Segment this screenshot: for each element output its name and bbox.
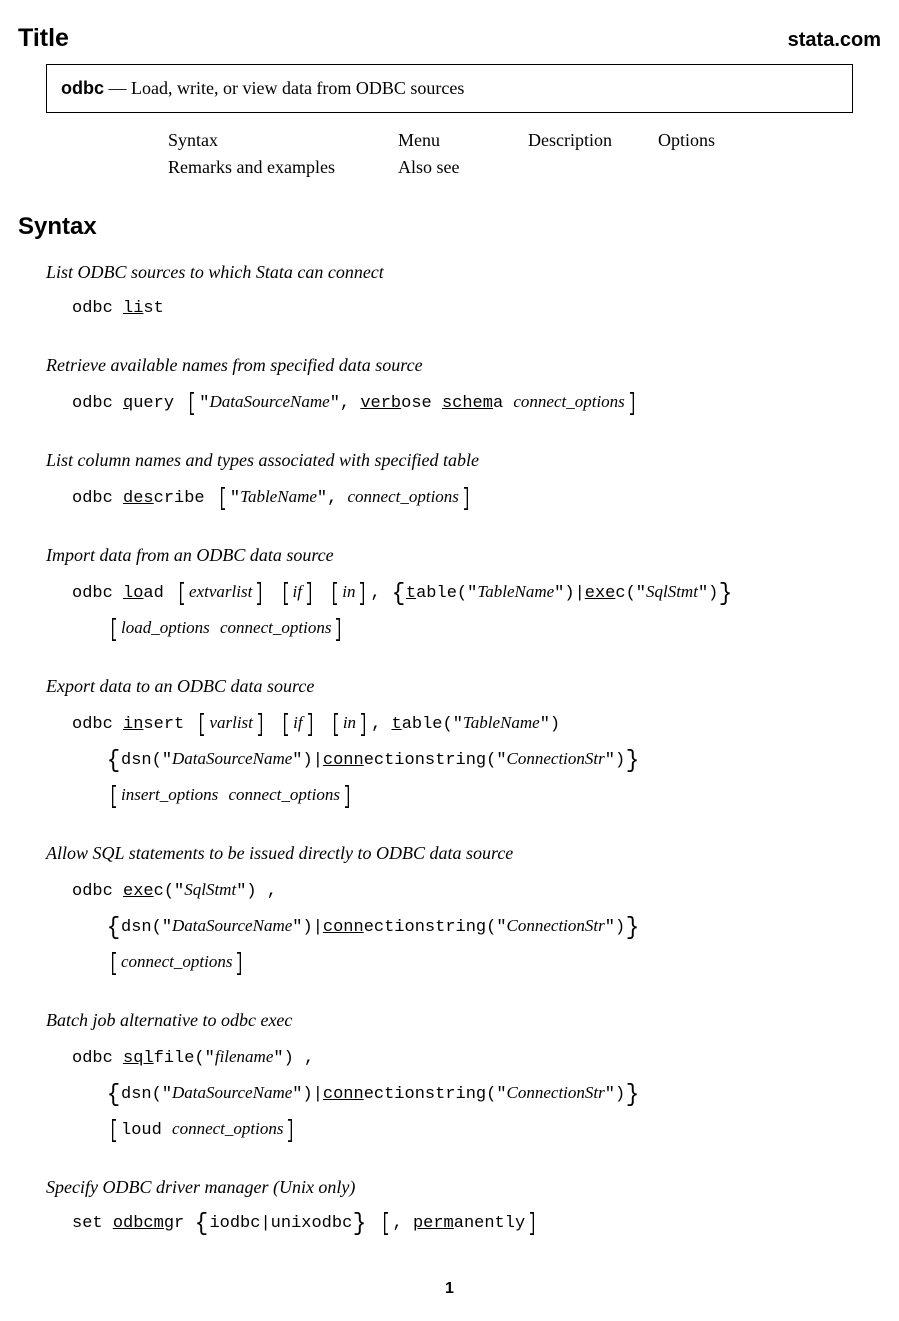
syntax-desc: Allow SQL statements to be issued direct… bbox=[46, 840, 881, 867]
toc-syntax[interactable]: Syntax bbox=[168, 127, 398, 154]
toc-description[interactable]: Description bbox=[528, 127, 658, 154]
syntax-desc: Specify ODBC driver manager (Unix only) bbox=[46, 1174, 881, 1201]
syntax-block-sqlfile: Batch job alternative to odbc exec odbc … bbox=[46, 1007, 881, 1148]
syntax-desc: Export data to an ODBC data source bbox=[46, 673, 881, 700]
syntax-block-load: Import data from an ODBC data source odb… bbox=[46, 542, 881, 647]
syntax-block-insert: Export data to an ODBC data source odbc … bbox=[46, 673, 881, 814]
title-sep: — bbox=[109, 78, 127, 98]
syntax-desc: List ODBC sources to which Stata can con… bbox=[46, 259, 881, 286]
toc-remarks[interactable]: Remarks and examples bbox=[168, 154, 398, 181]
syntax-cmd: odbc query ["DataSourceName", verbose sc… bbox=[72, 385, 881, 421]
syntax-desc: List column names and types associated w… bbox=[46, 447, 881, 474]
syntax-block-list: List ODBC sources to which Stata can con… bbox=[46, 259, 881, 326]
syntax-block-odbcmgr: Specify ODBC driver manager (Unix only) … bbox=[46, 1174, 881, 1241]
header-row: Title stata.com bbox=[18, 20, 881, 58]
syntax-desc: Batch job alternative to odbc exec bbox=[46, 1007, 881, 1034]
syntax-block-describe: List column names and types associated w… bbox=[46, 447, 881, 516]
toc: Syntax Menu Description Options Remarks … bbox=[168, 127, 881, 181]
site-link[interactable]: stata.com bbox=[788, 25, 881, 55]
syntax-cmd: set odbcmgr {iodbc|unixodbc} [, permanen… bbox=[72, 1207, 881, 1241]
syntax-cmd: odbc load [extvarlist] [if] [in], {table… bbox=[72, 575, 881, 647]
page-number: 1 bbox=[18, 1277, 881, 1301]
toc-alsosee[interactable]: Also see bbox=[398, 154, 528, 181]
title-command: odbc bbox=[61, 78, 104, 98]
syntax-cmd: odbc describe ["TableName", connect_opti… bbox=[72, 480, 881, 516]
syntax-cmd: odbc exec("SqlStmt") , {dsn("DataSourceN… bbox=[72, 873, 881, 981]
syntax-cmd: odbc sqlfile("filename") , {dsn("DataSou… bbox=[72, 1040, 881, 1148]
syntax-heading: Syntax bbox=[18, 209, 881, 245]
syntax-block-query: Retrieve available names from specified … bbox=[46, 352, 881, 421]
syntax-desc: Import data from an ODBC data source bbox=[46, 542, 881, 569]
syntax-desc: Retrieve available names from specified … bbox=[46, 352, 881, 379]
syntax-cmd: odbc insert [varlist] [if] [in], table("… bbox=[72, 706, 881, 814]
toc-options[interactable]: Options bbox=[658, 127, 778, 154]
syntax-block-exec: Allow SQL statements to be issued direct… bbox=[46, 840, 881, 981]
title-desc: Load, write, or view data from ODBC sour… bbox=[131, 78, 464, 98]
page-title: Title bbox=[18, 20, 69, 58]
toc-menu[interactable]: Menu bbox=[398, 127, 528, 154]
title-box: odbc — Load, write, or view data from OD… bbox=[46, 64, 853, 113]
syntax-cmd: odbc list bbox=[72, 292, 881, 326]
